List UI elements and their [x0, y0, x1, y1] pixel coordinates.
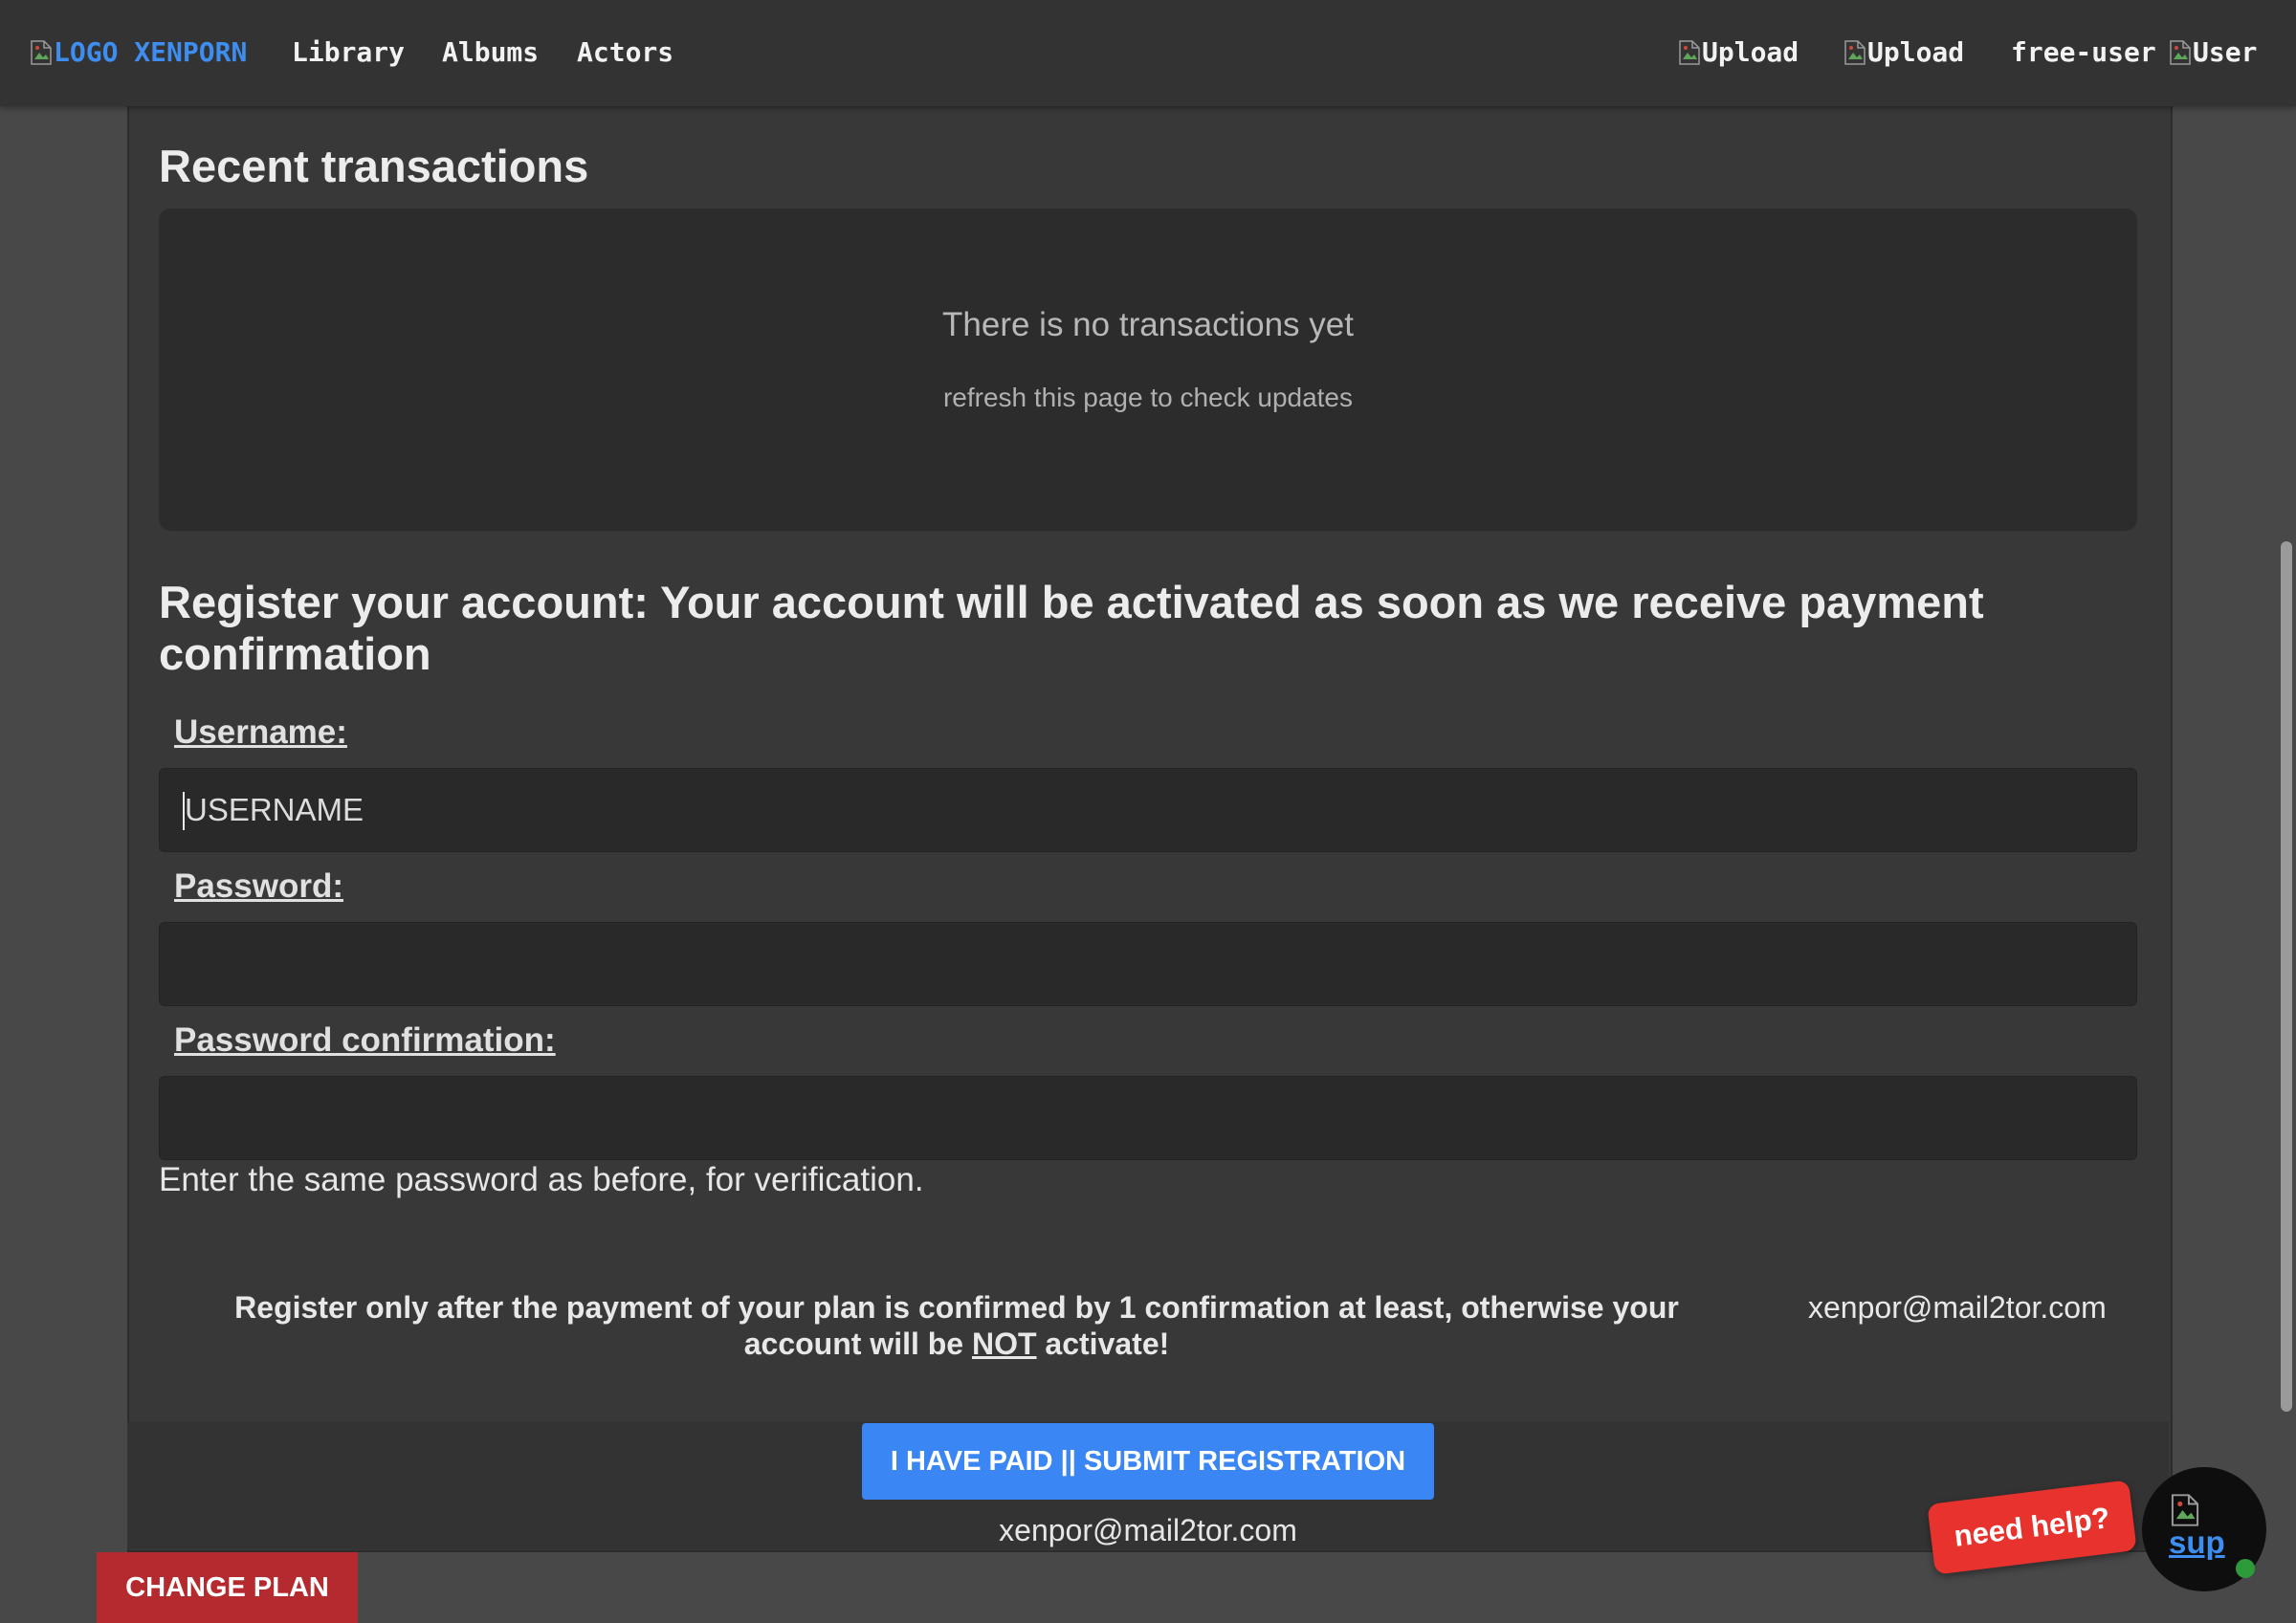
online-status-dot	[2236, 1559, 2255, 1578]
broken-image-icon	[1844, 40, 1866, 65]
upload-link-1[interactable]: Upload	[1679, 36, 1799, 69]
broken-image-icon	[1679, 40, 1700, 65]
notice-text-end: activate!	[1036, 1327, 1170, 1361]
payment-notice: Register only after the payment of your …	[191, 1289, 1722, 1362]
password-input[interactable]	[159, 922, 2137, 1006]
upload-link-2[interactable]: Upload	[1844, 36, 1964, 69]
nav-link-albums[interactable]: Albums	[442, 36, 539, 69]
submit-registration-button[interactable]: I HAVE PAID || SUBMIT REGISTRATION	[862, 1423, 1434, 1500]
logo-alt-text: LOGO	[54, 36, 119, 68]
nav-link-actors[interactable]: Actors	[577, 36, 673, 69]
top-navbar: LOGO XENPORN Library Albums Actors Uploa…	[0, 0, 2296, 106]
support-link[interactable]: sup	[2169, 1524, 2225, 1561]
password-help-text: Enter the same password as before, for v…	[159, 1161, 924, 1198]
username-label: Username:	[174, 713, 347, 751]
user-alt-text: User	[2193, 36, 2258, 68]
password-confirmation-label: Password confirmation:	[174, 1021, 556, 1059]
scrollbar-thumb[interactable]	[2281, 541, 2292, 1412]
password-confirmation-input[interactable]	[159, 1076, 2137, 1160]
transactions-refresh-hint: refresh this page to check updates	[942, 383, 1354, 412]
upload-alt-text: Upload	[1702, 36, 1799, 68]
transactions-title: Recent transactions	[159, 141, 589, 191]
text-caret	[183, 792, 185, 830]
broken-image-icon	[2170, 40, 2191, 65]
user-avatar-link[interactable]: User	[2170, 36, 2257, 69]
transactions-empty-message: There is no transactions yet	[942, 306, 1354, 343]
username-input[interactable]	[159, 768, 2137, 852]
notice-text-start: Register only after the payment of your …	[234, 1290, 1679, 1361]
username-link[interactable]: free-user	[2011, 36, 2156, 69]
broken-image-icon	[2171, 1494, 2199, 1526]
brand-name: XENPORN	[134, 36, 248, 68]
brand-logo-link[interactable]: LOGO XENPORN	[31, 36, 247, 69]
register-title: Register your account: Your account will…	[159, 577, 1984, 679]
notice-email: xenpor@mail2tor.com	[1808, 1290, 2107, 1325]
notice-emphasis: NOT	[971, 1327, 1037, 1361]
change-plan-button[interactable]: CHANGE PLAN	[97, 1552, 358, 1623]
transactions-panel	[159, 208, 2137, 531]
broken-image-icon	[31, 40, 52, 65]
nav-link-library[interactable]: Library	[292, 36, 405, 69]
password-label: Password:	[174, 867, 343, 905]
upload-alt-text: Upload	[1867, 36, 1965, 68]
